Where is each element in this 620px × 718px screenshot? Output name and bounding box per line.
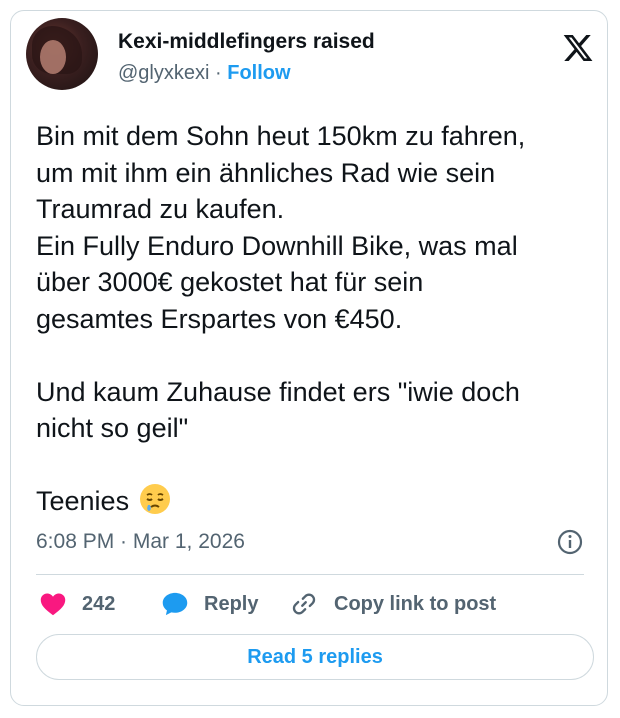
author-name[interactable]: Kexi-middlefingers raised — [118, 29, 375, 55]
tweet-timestamp[interactable]: 6:08 PM · Mar 1, 2026 — [36, 528, 245, 556]
like-count: 242 — [82, 593, 116, 615]
tweet-text-block: Bin mit dem Sohn heut 150km zu fahren, u… — [36, 118, 586, 520]
sleepy-face-icon — [139, 484, 170, 514]
handle-separator: · — [215, 62, 222, 84]
read-replies-button[interactable]: Read 5 replies — [36, 634, 594, 680]
copy-link-button[interactable]: Copy link to post — [290, 590, 496, 618]
author-avatar[interactable] — [26, 18, 98, 90]
reply-label: Reply — [204, 593, 259, 615]
author-handle[interactable]: @glyxkexi — [118, 62, 209, 84]
like-button[interactable]: 242 — [38, 590, 115, 618]
divider — [36, 574, 584, 575]
author-handle-row: @glyxkexi · Follow — [118, 61, 375, 85]
x-logo-icon[interactable] — [562, 32, 594, 64]
author-info: Kexi-middlefingers raised @glyxkexi · Fo… — [118, 29, 375, 85]
reply-button[interactable]: Reply — [160, 590, 258, 618]
follow-button[interactable]: Follow — [227, 62, 290, 84]
tweet-header: Kexi-middlefingers raised @glyxkexi · Fo… — [26, 18, 594, 98]
heart-icon — [40, 593, 66, 616]
tweet-text: Bin mit dem Sohn heut 150km zu fahren, u… — [36, 121, 526, 516]
link-icon — [292, 593, 316, 615]
speech-bubble-icon — [162, 592, 188, 616]
info-icon[interactable] — [556, 528, 584, 556]
copy-link-label: Copy link to post — [334, 593, 497, 615]
avatar-face — [40, 40, 66, 74]
